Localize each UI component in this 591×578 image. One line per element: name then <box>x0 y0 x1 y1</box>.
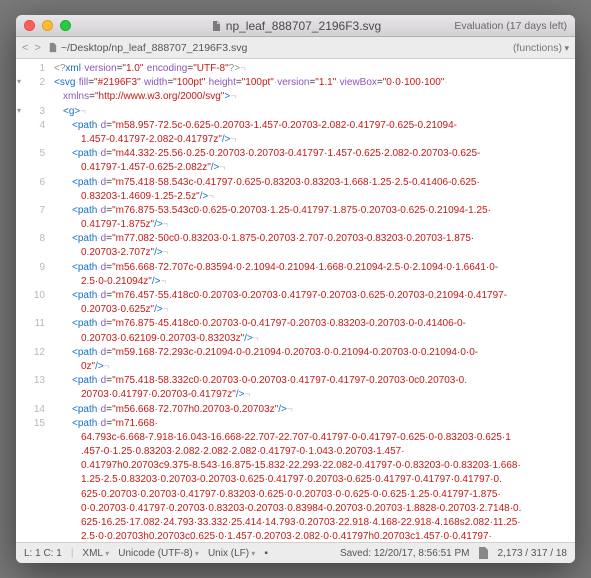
titlebar[interactable]: np_leaf_888707_2196F3.svg Evaluation (17… <box>16 15 575 37</box>
path-bar: < > ~/Desktop/np_leaf_888707_2196F3.svg … <box>16 37 575 59</box>
gutter-line[interactable]: 14 <box>16 403 48 417</box>
code-line[interactable]: <path·d="m56.668·72.707h0.20703-0.20703z… <box>54 403 569 417</box>
code-line[interactable]: 0.41797-1.457-0.625-2.082z"/>¬ <box>54 161 569 175</box>
code-editor[interactable]: 1▾2 ▾34 5 6 7 8 9 10 11 12 13 1415 ▸16▸1… <box>16 59 575 542</box>
gutter-line[interactable] <box>16 502 48 516</box>
minimize-icon[interactable] <box>42 20 53 31</box>
functions-dropdown[interactable]: (functions) <box>513 42 569 54</box>
gutter-line[interactable] <box>16 161 48 175</box>
gutter-line[interactable] <box>16 473 48 487</box>
gutter-line[interactable]: ▾3 <box>16 105 48 119</box>
zoom-icon[interactable] <box>60 20 71 31</box>
gutter-line[interactable] <box>16 459 48 473</box>
fold-toggle-icon[interactable]: ▾ <box>17 76 21 87</box>
code-area[interactable]: <?xml·version="1.0"·encoding="UTF-8"?>¬<… <box>50 59 575 542</box>
nav-next-button[interactable]: > <box>34 42 40 54</box>
gutter-line[interactable]: 5 <box>16 147 48 161</box>
code-line[interactable]: <path·d="m71.668· <box>54 417 569 431</box>
code-line[interactable]: <g>¬ <box>54 105 569 119</box>
gutter-line[interactable]: 10 <box>16 289 48 303</box>
gutter-line[interactable] <box>16 332 48 346</box>
gutter-line[interactable] <box>16 516 48 530</box>
window-title-text: np_leaf_888707_2196F3.svg <box>226 19 381 33</box>
gutter-line[interactable] <box>16 133 48 147</box>
code-line[interactable]: 0.83203-1.4609·1.25-2.5z"/>¬ <box>54 190 569 204</box>
line-gutter[interactable]: 1▾2 ▾34 5 6 7 8 9 10 11 12 13 1415 ▸16▸1… <box>16 59 50 542</box>
gutter-line[interactable] <box>16 303 48 317</box>
code-line[interactable]: <path·d="m75.418·58.543c-0.41797·0.625-0… <box>54 176 569 190</box>
line-ending-dropdown[interactable]: Unix (LF) <box>208 548 255 559</box>
gutter-line[interactable] <box>16 90 48 104</box>
code-line[interactable]: 0·0.20703·0.41797·0.20703·0.83203-0.2070… <box>54 502 569 516</box>
code-line[interactable]: 0.41797-1.875z"/>¬ <box>54 218 569 232</box>
code-line[interactable]: 0z"/>¬ <box>54 360 569 374</box>
saved-label: Saved: 12/20/17, 8:56:51 PM <box>340 548 470 559</box>
file-path-text: ~/Desktop/np_leaf_888707_2196F3.svg <box>61 42 248 54</box>
gutter-line[interactable] <box>16 190 48 204</box>
code-line[interactable]: 0.20703-2.707z"/>¬ <box>54 246 569 260</box>
gutter-line[interactable]: 6 <box>16 176 48 190</box>
gutter-line[interactable] <box>16 218 48 232</box>
code-line[interactable]: 625·16.25·17.082·24.793·33.332·25.414·14… <box>54 516 569 530</box>
gutter-line[interactable]: 12 <box>16 346 48 360</box>
editor-window: np_leaf_888707_2196F3.svg Evaluation (17… <box>16 15 575 563</box>
code-line[interactable]: <path·d="m56.668·72.707c-0.83594·0·2.109… <box>54 261 569 275</box>
close-icon[interactable] <box>24 20 35 31</box>
code-line[interactable]: <path·d="m59.168·72.293c-0.21094·0-0.210… <box>54 346 569 360</box>
cursor-position[interactable]: L: 1 C: 1 <box>24 548 62 559</box>
traffic-lights <box>24 20 71 31</box>
code-line[interactable]: .457-0·1.25·0.83203·2.082·2.082·2.082·0.… <box>54 445 569 459</box>
gutter-line[interactable] <box>16 445 48 459</box>
doc-icon <box>478 547 488 559</box>
gutter-line[interactable]: 7 <box>16 204 48 218</box>
gutter-line[interactable]: 4 <box>16 119 48 133</box>
code-line[interactable]: <path·d="m76.875·53.543c0·0.625-0.20703·… <box>54 204 569 218</box>
gutter-line[interactable] <box>16 275 48 289</box>
code-line[interactable]: 1.25·2.5·0.83203·0.20703-0.20703·0.625·0… <box>54 473 569 487</box>
code-line[interactable]: 0.20703·0.62109·0.20703-0.83203z"/>¬ <box>54 332 569 346</box>
code-line[interactable]: xmlns="http://www.w3.org/2000/svg">¬ <box>54 90 569 104</box>
file-icon <box>47 42 58 53</box>
gutter-line[interactable] <box>16 488 48 502</box>
gutter-line[interactable] <box>16 431 48 445</box>
code-line[interactable]: 625·0.20703·0.20703·0.41797·0.83203·0.62… <box>54 488 569 502</box>
fold-toggle-icon[interactable]: ▾ <box>17 105 21 116</box>
gutter-line[interactable]: 11 <box>16 317 48 331</box>
code-line[interactable]: 0.20703·0.625z"/>¬ <box>54 303 569 317</box>
code-line[interactable]: <path·d="m44.332·25.56·0.25·0.20703·0.20… <box>54 147 569 161</box>
code-line[interactable]: <?xml·version="1.0"·encoding="UTF-8"?>¬ <box>54 62 569 76</box>
file-icon <box>210 20 222 32</box>
gutter-line[interactable]: 15 <box>16 417 48 431</box>
code-line[interactable]: <path·d="m77.082·50c0·0.83203·0·1.875-0.… <box>54 232 569 246</box>
file-stats: 2,173 / 317 / 18 <box>497 548 567 559</box>
code-line[interactable]: 0.41797h0.20703c9.375-8.543·16.875-15.83… <box>54 459 569 473</box>
code-line[interactable]: 20703·0.41797·0.20703-0.41797z"/>¬ <box>54 388 569 402</box>
gutter-line[interactable] <box>16 530 48 542</box>
code-line[interactable]: 1.457-0.41797-2.082-0.41797z"/>¬ <box>54 133 569 147</box>
code-line[interactable]: 64.793c-6.668-7.918-16.043-16.668-22.707… <box>54 431 569 445</box>
code-line[interactable]: <path·d="m58.957·72.5c-0.625-0.20703-1.4… <box>54 119 569 133</box>
language-dropdown[interactable]: XML <box>82 548 109 559</box>
code-line[interactable]: 2.5·0·0.20703h0.20703c0.625·0·1.457·0.20… <box>54 530 569 542</box>
modified-icon: ▪ <box>264 548 268 559</box>
encoding-dropdown[interactable]: Unicode (UTF-8) <box>118 548 199 559</box>
gutter-line[interactable] <box>16 360 48 374</box>
gutter-line[interactable]: 9 <box>16 261 48 275</box>
code-line[interactable]: <svg·fill="#2196F3"·width="100pt"·height… <box>54 76 569 90</box>
gutter-line[interactable] <box>16 246 48 260</box>
code-line[interactable]: <path·d="m76.875·45.418c0·0.20703·0-0.41… <box>54 317 569 331</box>
nav-prev-button[interactable]: < <box>22 42 28 54</box>
code-line[interactable]: <path·d="m76.457·55.418c0·0.20703-0.2070… <box>54 289 569 303</box>
gutter-line[interactable]: ▾2 <box>16 76 48 90</box>
gutter-line[interactable]: 1 <box>16 62 48 76</box>
code-line[interactable]: <path·d="m75.418·58.332c0·0.20703·0-0.20… <box>54 374 569 388</box>
gutter-line[interactable] <box>16 388 48 402</box>
gutter-line[interactable]: 13 <box>16 374 48 388</box>
status-bar: L: 1 C: 1 | XML Unicode (UTF-8) Unix (LF… <box>16 542 575 563</box>
gutter-line[interactable]: 8 <box>16 232 48 246</box>
evaluation-label: Evaluation (17 days left) <box>454 20 567 32</box>
file-path[interactable]: ~/Desktop/np_leaf_888707_2196F3.svg <box>47 42 248 54</box>
code-line[interactable]: 2.5·0-0.21094z"/>¬ <box>54 275 569 289</box>
